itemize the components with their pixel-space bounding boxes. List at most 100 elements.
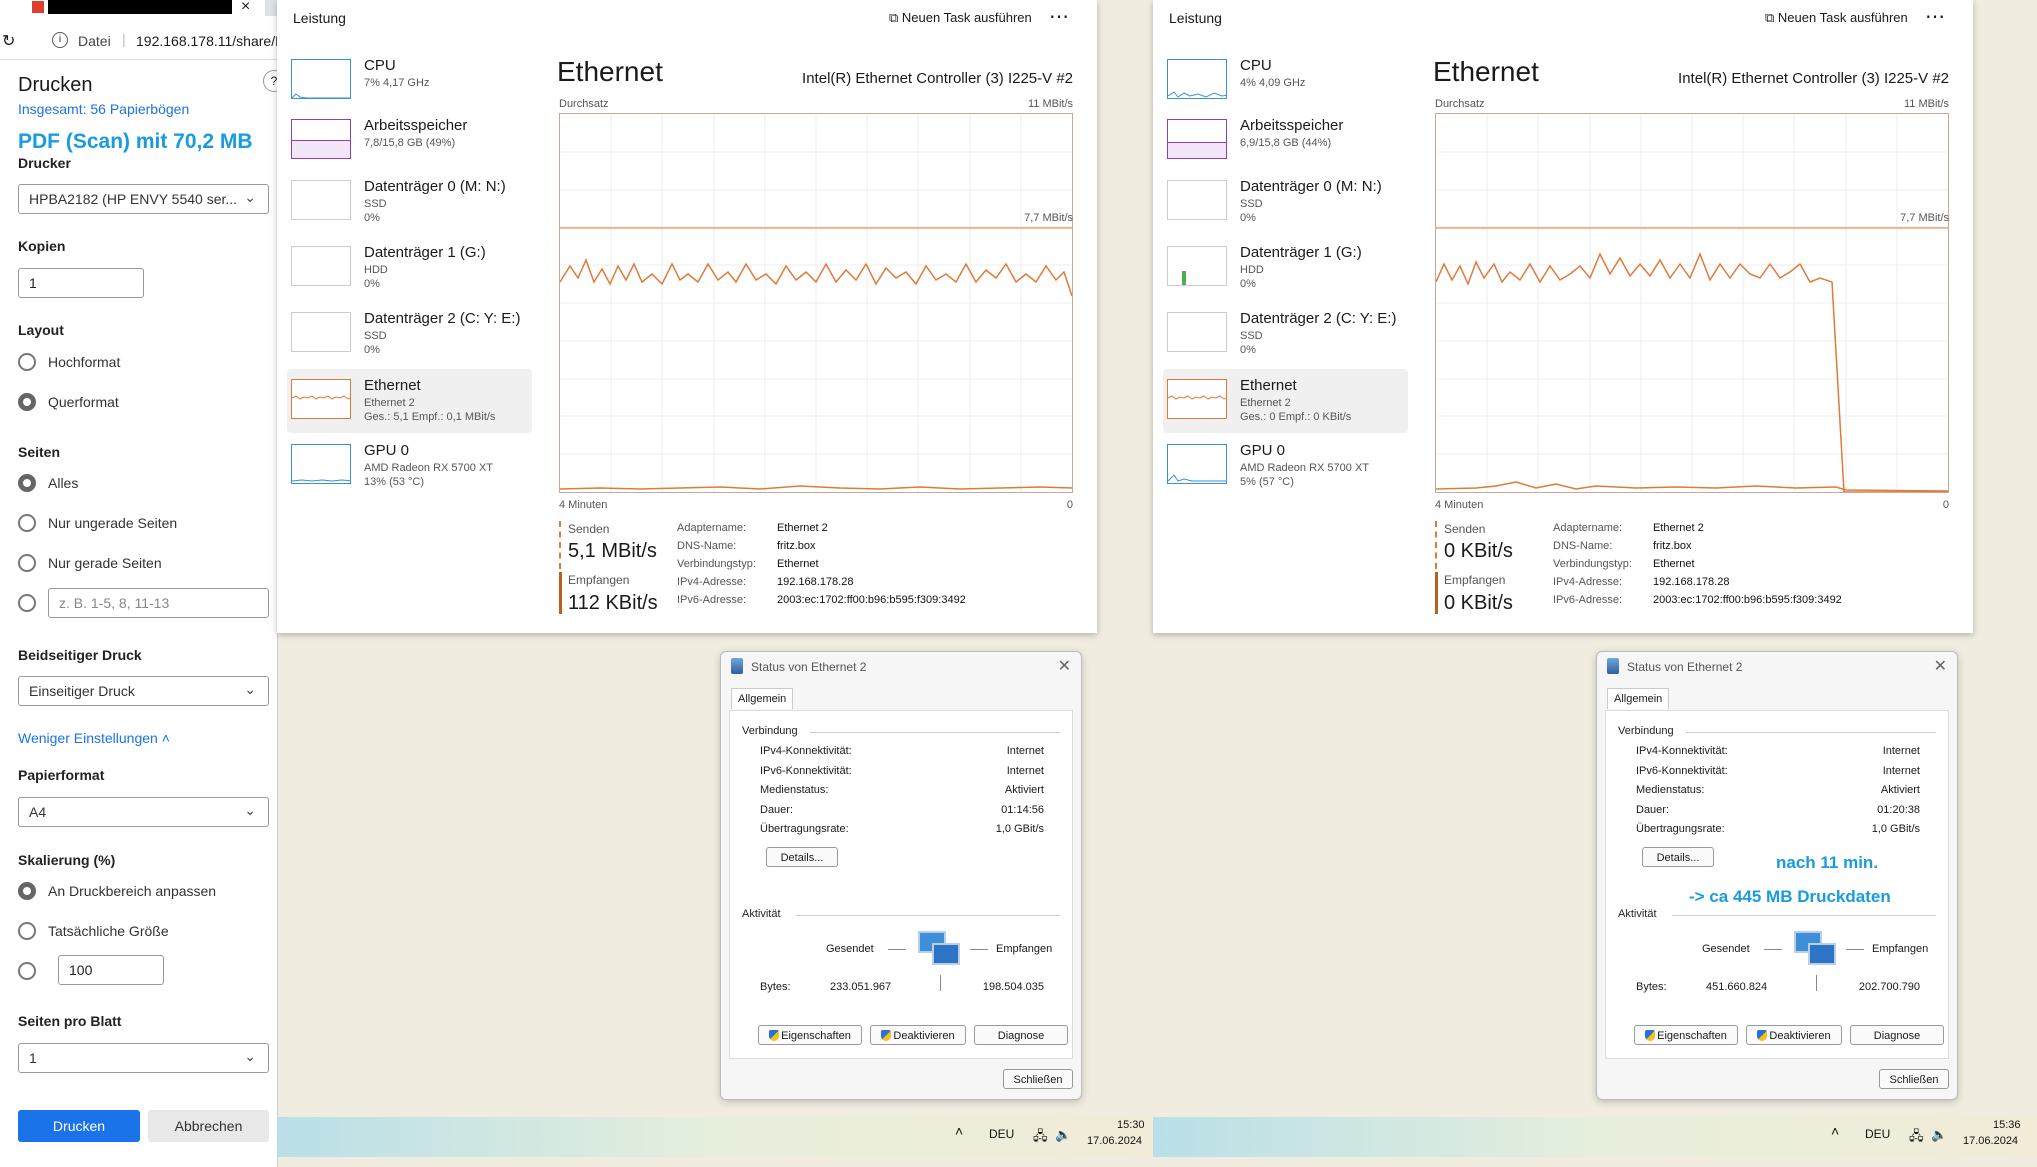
clock-time[interactable]: 15:30	[1117, 1119, 1145, 1131]
pps-select[interactable]: 1 ⌄	[18, 1043, 269, 1073]
divider	[1686, 732, 1936, 733]
radio-querformat[interactable]	[18, 393, 36, 411]
sidebar-sub: HDD	[1240, 264, 1264, 276]
shield-icon	[1757, 1030, 1768, 1041]
copies-label: Kopien	[18, 238, 66, 254]
sidebar-item-disk2[interactable]: Datenträger 2 (C: Y: E:) SSD 0%	[1163, 308, 1408, 370]
chevron-up-icon[interactable]: ˄	[955, 1123, 963, 1139]
graph-grid	[1436, 114, 1948, 492]
radio-actual-size[interactable]	[18, 922, 36, 940]
language-indicator[interactable]: DEU	[989, 1127, 1014, 1141]
pages-label: Seiten	[18, 444, 61, 460]
more-options-icon[interactable]: ⋯	[1049, 4, 1070, 29]
diagnose-button[interactable]: Diagnose	[1850, 1025, 1944, 1045]
sidebar-item-ethernet[interactable]: Ethernet Ethernet 2 Ges.: 0 Empf.: 0 KBi…	[1163, 369, 1408, 433]
gpu-thumbnail	[291, 444, 351, 484]
sidebar-item-cpu[interactable]: CPU 4% 4,09 GHz	[1163, 55, 1408, 117]
details-button[interactable]: Details...	[1642, 847, 1714, 867]
time-label: 4 Minuten	[559, 499, 608, 511]
chevron-up-icon[interactable]: ˄	[1831, 1123, 1839, 1139]
close-tab-icon[interactable]: ×	[241, 0, 250, 16]
disk1-thumbnail	[291, 246, 351, 286]
custom-pages-input[interactable]: z. B. 1-5, 8, 11-13	[48, 588, 269, 618]
details-button[interactable]: Details...	[766, 847, 838, 867]
row-value: Internet	[1006, 765, 1044, 777]
properties-button[interactable]: Eigenschaften	[1634, 1025, 1738, 1045]
radio-ungerade-label: Nur ungerade Seiten	[48, 515, 178, 531]
row-key: Übertragungsrate:	[760, 823, 849, 835]
volume-icon[interactable]: 🔈	[1931, 1127, 1947, 1143]
reload-icon[interactable]: ↻	[2, 31, 15, 51]
close-button[interactable]: Schließen	[1879, 1069, 1949, 1089]
dialog-panel: Verbindung IPv4-Konnektivität: Internet …	[729, 710, 1073, 1059]
info-key: Verbindungstyp:	[1553, 558, 1632, 570]
radio-alles[interactable]	[18, 474, 36, 492]
address-bar[interactable]: ↻ i Datei | 192.168.178.11/share/F	[0, 27, 284, 60]
close-icon[interactable]: ✕	[1058, 656, 1071, 676]
info-value: 192.168.178.28	[1653, 576, 1730, 588]
sidebar-item-gpu[interactable]: GPU 0 AMD Radeon RX 5700 XT 5% (57 °C)	[1163, 440, 1408, 502]
address-text[interactable]: 192.168.178.11/share/F	[136, 33, 284, 49]
ethernet-thumbnail	[1167, 379, 1227, 419]
properties-button[interactable]: Eigenschaften	[758, 1025, 862, 1045]
info-value: 2003:ec:1702:ff00:b96:b595:f309:3492	[777, 594, 966, 606]
network-tray-icon[interactable]: 🖧	[1033, 1127, 1048, 1149]
info-icon[interactable]: i	[52, 32, 68, 48]
radio-gerade[interactable]	[18, 554, 36, 572]
copies-input[interactable]: 1	[18, 268, 144, 298]
page-title: Ethernet	[557, 56, 663, 87]
radio-fit[interactable]	[18, 882, 36, 900]
sidebar-item-disk1[interactable]: Datenträger 1 (G:) HDD 0%	[1163, 242, 1408, 304]
scale-input[interactable]: 100	[58, 955, 164, 985]
printer-label: Drucker	[18, 155, 71, 171]
clock-date[interactable]: 17.06.2024	[1963, 1135, 2018, 1147]
radio-hochformat[interactable]	[18, 353, 36, 371]
sidebar-item-disk0[interactable]: Datenträger 0 (M: N:) SSD 0%	[287, 176, 532, 238]
less-settings-link[interactable]: Weniger Einstellungen ˄	[18, 730, 170, 746]
sidebar-item-disk2[interactable]: Datenträger 2 (C: Y: E:) SSD 0%	[287, 308, 532, 370]
network-tray-icon[interactable]: 🖧	[1909, 1127, 1924, 1149]
disable-button[interactable]: Deaktivieren	[870, 1025, 966, 1045]
sidebar-item-memory[interactable]: Arbeitsspeicher 7,8/15,8 GB (49%)	[287, 115, 532, 177]
tab-bar: ×	[0, 0, 277, 16]
tm-header: Leistung	[1169, 10, 1222, 26]
print-button[interactable]: Drucken	[18, 1110, 140, 1142]
recv-label: Empfangen	[568, 573, 630, 587]
duplex-select[interactable]: Einseitiger Druck ⌄	[18, 676, 269, 706]
sidebar-item-gpu[interactable]: GPU 0 AMD Radeon RX 5700 XT 13% (53 °C)	[287, 440, 532, 502]
tab-allgemein[interactable]: Allgemein	[731, 688, 794, 709]
cancel-button[interactable]: Abbrechen	[148, 1110, 269, 1142]
more-options-icon[interactable]: ⋯	[1925, 4, 1946, 29]
sidebar-item-ethernet[interactable]: Ethernet Ethernet 2 Ges.: 5,1 Empf.: 0,1…	[287, 369, 532, 433]
sidebar-name: GPU 0	[1240, 442, 1286, 459]
tab-allgemein[interactable]: Allgemein	[1607, 688, 1670, 709]
diagnose-button[interactable]: Diagnose	[974, 1025, 1068, 1045]
sidebar-item-cpu[interactable]: CPU 7% 4,17 GHz	[287, 55, 532, 117]
radio-custom-pages[interactable]	[18, 594, 36, 612]
sidebar-name: Datenträger 2 (C: Y: E:)	[1240, 310, 1397, 327]
printer-select[interactable]: HPBA2182 (HP ENVY 5540 ser... ⌄	[18, 184, 269, 214]
close-icon[interactable]: ✕	[1934, 656, 1947, 676]
paper-select[interactable]: A4 ⌄	[18, 797, 269, 827]
bytes-label: Bytes:	[760, 981, 791, 993]
chevron-down-icon: ⌄	[244, 189, 256, 205]
new-task-button[interactable]: ⧉ Neuen Task ausführen	[1765, 10, 1908, 26]
clock-date[interactable]: 17.06.2024	[1087, 1135, 1142, 1147]
radio-gerade-label: Nur gerade Seiten	[48, 555, 162, 571]
disable-button[interactable]: Deaktivieren	[1746, 1025, 1842, 1045]
sidebar-item-disk1[interactable]: Datenträger 1 (G:) HDD 0%	[287, 242, 532, 304]
radio-custom-scale[interactable]	[18, 962, 36, 980]
new-task-button[interactable]: ⧉ Neuen Task ausführen	[889, 10, 1032, 26]
sidebar-item-memory[interactable]: Arbeitsspeicher 6,9/15,8 GB (44%)	[1163, 115, 1408, 177]
clock-time[interactable]: 15:36	[1993, 1119, 2021, 1131]
sidebar-item-disk0[interactable]: Datenträger 0 (M: N:) SSD 0%	[1163, 176, 1408, 238]
browser-tab[interactable]: ×	[0, 0, 265, 16]
help-icon[interactable]: ?	[263, 70, 285, 92]
volume-icon[interactable]: 🔈	[1055, 1127, 1071, 1143]
new-task-icon: ⧉	[1765, 10, 1775, 25]
cpu-thumbnail	[1167, 59, 1227, 99]
close-button[interactable]: Schließen	[1003, 1069, 1073, 1089]
mid-label: 7,7 MBit/s	[1900, 212, 1949, 224]
language-indicator[interactable]: DEU	[1865, 1127, 1890, 1141]
radio-ungerade[interactable]	[18, 514, 36, 532]
